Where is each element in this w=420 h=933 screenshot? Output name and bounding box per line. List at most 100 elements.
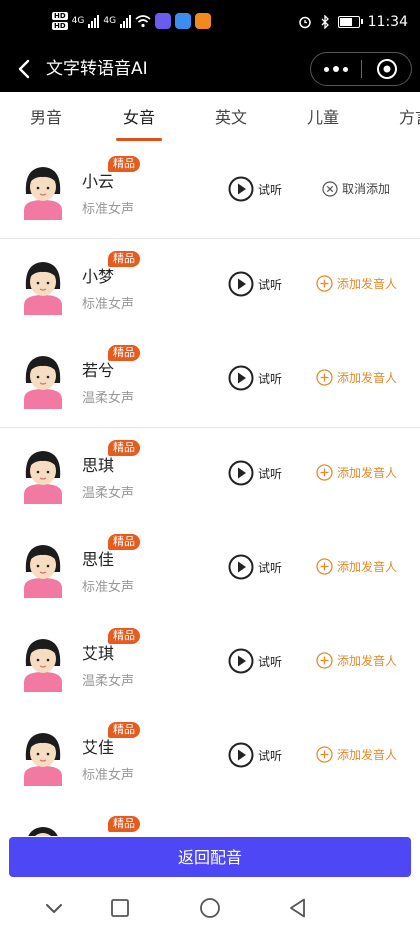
triangle-back-icon[interactable] bbox=[286, 896, 310, 920]
signal-icon bbox=[88, 14, 100, 28]
plus-circle-icon bbox=[316, 369, 333, 386]
hd-bottom-label: HD bbox=[52, 22, 68, 30]
preview-label: 试听 bbox=[258, 277, 283, 292]
voice-description: 温柔女声 bbox=[82, 486, 135, 501]
play-circle-icon bbox=[228, 554, 254, 580]
avatar bbox=[24, 356, 62, 409]
more-dots-icon bbox=[343, 66, 348, 72]
voice-row: 思佳 精品 标准女声 试听 添加发音人 bbox=[0, 522, 420, 617]
tab-male[interactable]: 男音 bbox=[30, 92, 62, 144]
avatar bbox=[24, 451, 62, 504]
preview-label: 试听 bbox=[258, 466, 283, 481]
voice-row: 若兮 精品 温柔女声 试听 添加发音人 bbox=[0, 333, 420, 428]
play-circle-icon bbox=[228, 176, 254, 202]
play-circle-icon bbox=[228, 271, 254, 297]
preview-label: 试听 bbox=[258, 560, 283, 575]
remove-voice-label: 取消添加 bbox=[342, 182, 391, 196]
preview-button[interactable]: 试听 bbox=[228, 742, 282, 768]
voice-row: 小云 精品 标准女声 试听 取消添加 bbox=[0, 144, 420, 239]
add-voice-label: 添加发音人 bbox=[337, 560, 398, 574]
preview-button[interactable]: 试听 bbox=[228, 365, 282, 391]
back-arrow-icon[interactable] bbox=[14, 58, 36, 80]
plus-circle-icon bbox=[316, 464, 333, 481]
voice-description: 标准女声 bbox=[82, 768, 135, 783]
app-notification-icon bbox=[195, 13, 212, 29]
play-circle-icon bbox=[228, 365, 254, 391]
voice-row: 艾琪 精品 温柔女声 试听 添加发音人 bbox=[0, 616, 420, 711]
voice-description: 标准女声 bbox=[82, 580, 135, 595]
preview-button[interactable]: 试听 bbox=[228, 460, 282, 486]
nav-bar: 文字转语音AI bbox=[0, 48, 420, 92]
premium-badge: 精品 bbox=[108, 156, 140, 172]
add-voice-button[interactable]: 添加发音人 bbox=[316, 558, 397, 575]
add-voice-label: 添加发音人 bbox=[337, 277, 398, 291]
remove-voice-button[interactable]: 取消添加 bbox=[322, 180, 390, 197]
premium-badge: 精品 bbox=[108, 534, 140, 550]
chevron-down-icon[interactable] bbox=[42, 896, 66, 920]
plus-circle-icon bbox=[316, 558, 333, 575]
voice-description: 温柔女声 bbox=[82, 674, 135, 689]
status-bar: HD HD 4G 4G 11:34 bbox=[0, 0, 420, 48]
tab-children[interactable]: 儿童 bbox=[307, 92, 339, 144]
avatar bbox=[28, 827, 58, 836]
preview-button[interactable]: 试听 bbox=[228, 648, 282, 674]
preview-label: 试听 bbox=[258, 371, 283, 386]
preview-label: 试听 bbox=[258, 654, 283, 669]
circle-home-icon[interactable] bbox=[198, 896, 222, 920]
add-voice-button[interactable]: 添加发音人 bbox=[316, 746, 397, 763]
preview-button[interactable]: 试听 bbox=[228, 554, 282, 580]
clock-time: 11:34 bbox=[367, 14, 408, 30]
add-voice-button[interactable]: 添加发音人 bbox=[316, 652, 397, 669]
tab-english[interactable]: 英文 bbox=[215, 92, 247, 144]
network-label-2: 4G bbox=[103, 16, 117, 26]
back-to-dubbing-button[interactable]: 返回配音 bbox=[9, 837, 411, 877]
avatar bbox=[24, 733, 62, 786]
add-voice-label: 添加发音人 bbox=[337, 371, 398, 385]
voice-description: 温柔女声 bbox=[82, 391, 135, 406]
tab-female[interactable]: 女音 bbox=[123, 92, 155, 144]
voice-row: 小梦 精品 标准女声 试听 添加发音人 bbox=[0, 239, 420, 334]
premium-badge: 精品 bbox=[108, 628, 140, 644]
x-circle-icon bbox=[322, 180, 338, 197]
add-voice-button[interactable]: 添加发音人 bbox=[316, 275, 397, 292]
preview-label: 试听 bbox=[258, 182, 283, 197]
hd-indicator: HD HD bbox=[52, 12, 68, 30]
premium-badge: 精品 bbox=[108, 722, 140, 738]
hd-top-label: HD bbox=[52, 12, 68, 20]
bluetooth-icon bbox=[321, 15, 329, 29]
voice-row: 思琪 精品 温柔女声 试听 添加发音人 bbox=[0, 428, 420, 523]
square-recent-icon[interactable] bbox=[108, 896, 132, 920]
add-voice-label: 添加发音人 bbox=[337, 654, 398, 668]
plus-circle-icon bbox=[316, 746, 333, 763]
voice-row: 精品 bbox=[0, 804, 420, 836]
status-left: HD HD 4G 4G bbox=[52, 12, 212, 30]
voice-row: 艾佳 精品 标准女声 试听 添加发音人 bbox=[0, 710, 420, 805]
play-circle-icon bbox=[228, 648, 254, 674]
more-dots-icon bbox=[324, 66, 329, 72]
battery-icon bbox=[337, 16, 363, 28]
category-tabs: 男音 女音 英文 儿童 方言 bbox=[0, 92, 420, 144]
voice-description: 标准女声 bbox=[82, 297, 135, 312]
preview-button[interactable]: 试听 bbox=[228, 271, 282, 297]
play-circle-icon bbox=[228, 742, 254, 768]
preview-label: 试听 bbox=[258, 748, 283, 763]
preview-button[interactable]: 试听 bbox=[228, 176, 282, 202]
avatar bbox=[24, 545, 62, 598]
add-voice-button[interactable]: 添加发音人 bbox=[316, 464, 397, 481]
status-right: 11:34 bbox=[298, 14, 408, 30]
premium-badge: 精品 bbox=[108, 440, 140, 456]
target-circle-icon bbox=[376, 59, 397, 79]
alarm-icon bbox=[298, 16, 311, 29]
add-voice-button[interactable]: 添加发音人 bbox=[316, 369, 397, 386]
tab-dialect[interactable]: 方言 bbox=[399, 92, 420, 144]
add-voice-label: 添加发音人 bbox=[337, 466, 398, 480]
plus-circle-icon bbox=[316, 275, 333, 292]
system-nav-bar bbox=[0, 880, 420, 933]
signal-icon-2 bbox=[120, 14, 132, 28]
more-button[interactable] bbox=[311, 53, 361, 85]
premium-badge: 精品 bbox=[108, 251, 140, 267]
voice-description: 标准女声 bbox=[82, 202, 135, 217]
close-button[interactable] bbox=[362, 53, 411, 85]
avatar bbox=[24, 639, 62, 692]
voice-list: 小云 精品 标准女声 试听 取消添加 小梦 精品 标准女声 试听 添加发音人 若… bbox=[0, 144, 420, 836]
